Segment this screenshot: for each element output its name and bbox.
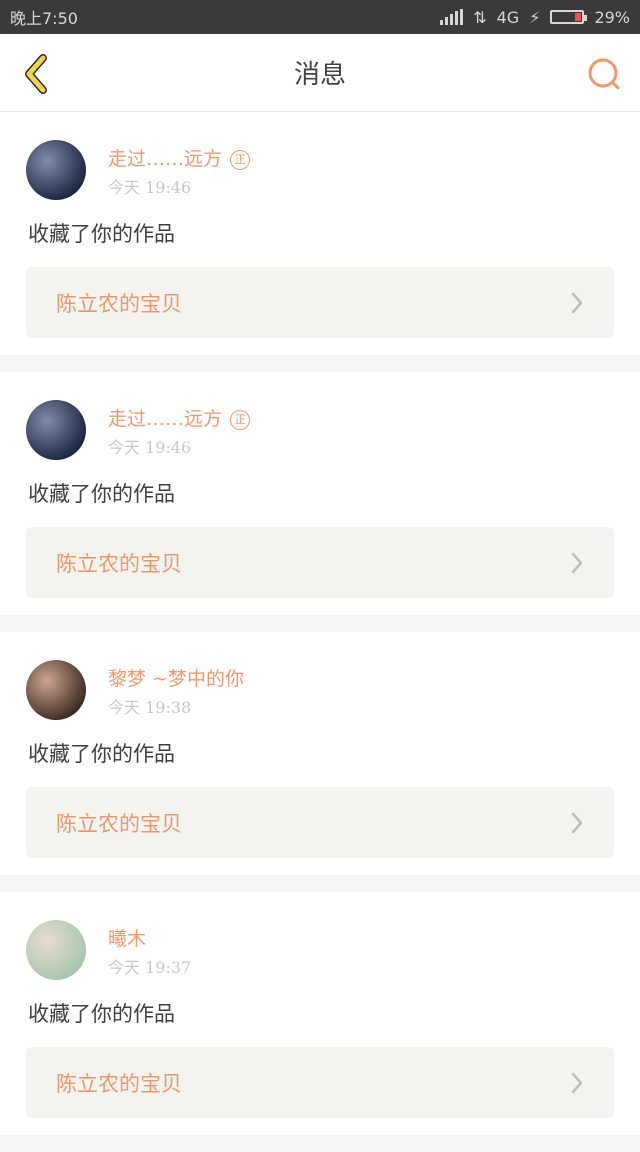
action-text: 收藏了你的作品: [28, 742, 175, 766]
work-link[interactable]: 陈立农的宝贝: [26, 267, 614, 338]
username-text: 曦木: [108, 928, 147, 950]
avatar[interactable]: [26, 400, 86, 460]
search-button[interactable]: [582, 52, 626, 96]
action-text: 收藏了你的作品: [28, 482, 175, 506]
verified-badge: 正: [230, 410, 251, 430]
status-icons: ⇅ 4G ⚡ 29%: [440, 8, 630, 27]
message-card: 黎梦 ~梦中的你 今天 19:38 收藏了你的作品 陈立农的宝贝: [0, 632, 640, 875]
timestamp: 今天 19:37: [108, 958, 192, 977]
search-icon: [588, 58, 620, 90]
work-title: 陈立农的宝贝: [56, 291, 182, 316]
message-card: 走过……远方 正 今天 19:46 收藏了你的作品 陈立农的宝贝: [0, 372, 640, 615]
network-label: 4G: [496, 7, 520, 27]
verified-badge: 正: [230, 150, 251, 170]
top-nav: 消息: [0, 34, 640, 112]
action-text: 收藏了你的作品: [28, 222, 175, 246]
message-list: 走过……远方 正 今天 19:46 收藏了你的作品 陈立农的宝贝 走过……远方 …: [0, 112, 640, 1152]
signal-icon: [440, 9, 464, 25]
battery-percent: 29%: [594, 7, 630, 27]
chevron-right-icon: [562, 548, 592, 578]
page-title: 消息: [293, 60, 346, 90]
avatar[interactable]: [26, 140, 86, 200]
back-button[interactable]: [14, 52, 58, 96]
avatar[interactable]: [26, 920, 86, 980]
timestamp: 今天 19:46: [108, 438, 192, 457]
timestamp: 今天 19:46: [108, 178, 192, 197]
chevron-right-icon: [562, 1068, 592, 1098]
username[interactable]: 走过……远方 正: [108, 404, 251, 431]
timestamp: 今天 19:38: [108, 698, 192, 717]
charging-icon: ⚡: [529, 7, 541, 27]
chevron-right-icon: [562, 288, 592, 318]
work-link[interactable]: 陈立农的宝贝: [26, 527, 614, 598]
work-title: 陈立农的宝贝: [56, 551, 182, 576]
username[interactable]: 曦木: [108, 924, 146, 951]
username-text: 黎梦 ~梦中的你: [108, 668, 244, 690]
username[interactable]: 走过……远方 正: [108, 144, 251, 171]
avatar[interactable]: [26, 660, 86, 720]
chevron-right-icon: [562, 808, 592, 838]
status-bar: 晚上7:50 ⇅ 4G ⚡ 29%: [0, 0, 640, 34]
battery-icon: [550, 10, 588, 24]
work-title: 陈立农的宝贝: [56, 811, 182, 836]
data-transfer-icon: ⇅: [473, 7, 487, 27]
username-text: 走过……远方: [108, 408, 223, 430]
work-link[interactable]: 陈立农的宝贝: [26, 787, 614, 858]
username[interactable]: 黎梦 ~梦中的你: [108, 664, 244, 691]
work-title: 陈立农的宝贝: [56, 1071, 182, 1096]
message-card: 走过……远方 正 今天 19:46 收藏了你的作品 陈立农的宝贝: [0, 112, 640, 355]
message-card: 曦木 今天 19:37 收藏了你的作品 陈立农的宝贝: [0, 892, 640, 1135]
chevron-left-icon: [25, 54, 47, 94]
action-text: 收藏了你的作品: [28, 1002, 175, 1026]
work-link[interactable]: 陈立农的宝贝: [26, 1047, 614, 1118]
username-text: 走过……远方: [108, 148, 223, 170]
status-time: 晚上7:50: [10, 9, 78, 28]
